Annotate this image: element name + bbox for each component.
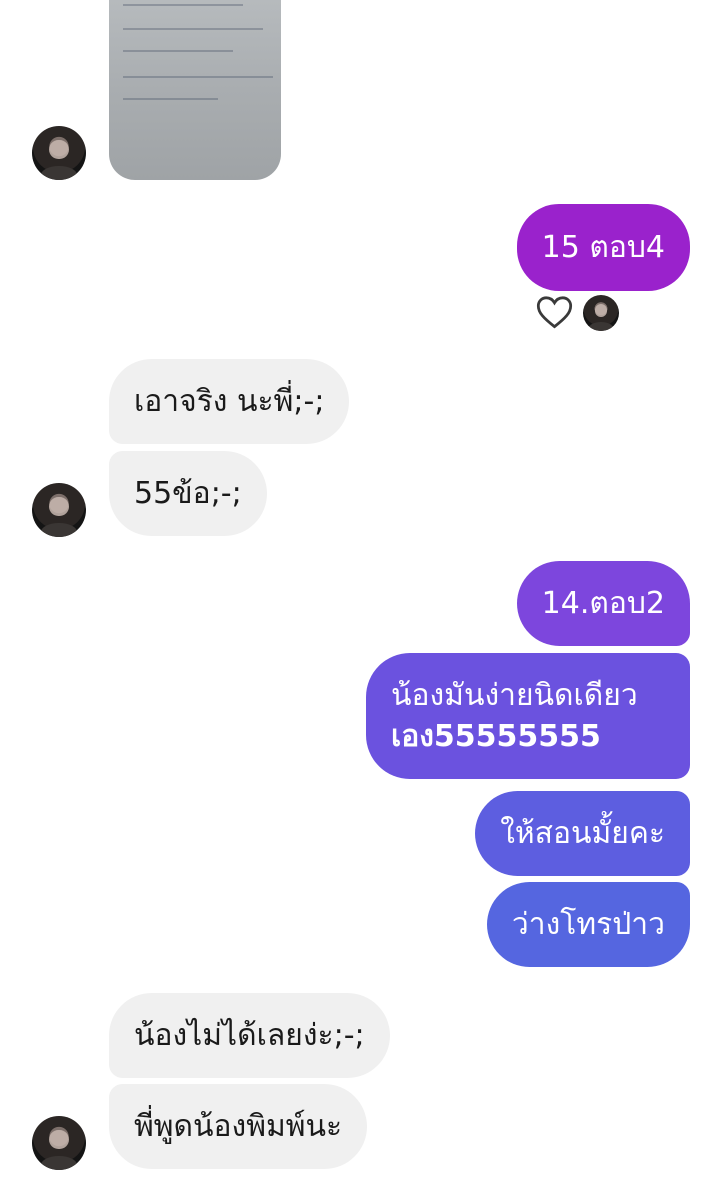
message-text: ให้สอนมั้ยคะ <box>500 816 665 851</box>
message-bubble-sent[interactable]: 14.ตอบ2 <box>516 561 690 646</box>
message-bubble-received[interactable]: เอาจริง นะพี่;-; <box>109 359 350 444</box>
message-bubble-received[interactable]: น้องไม่ได้เลยง่ะ;-; <box>109 993 390 1078</box>
message-bubble-sent[interactable]: น้องมันง่ายนิดเดียว เอง55555555 <box>366 653 690 779</box>
message-bubble-received[interactable]: 55ข้อ;-; <box>109 451 267 536</box>
message-text-line: น้องมันง่ายนิดเดียว <box>391 678 638 713</box>
contact-avatar[interactable] <box>32 483 86 537</box>
heart-outline-icon[interactable] <box>536 295 573 329</box>
contact-avatar[interactable] <box>32 126 86 180</box>
shared-photo[interactable] <box>109 0 281 180</box>
message-bubble-sent[interactable]: 15 ตอบ4 <box>516 204 690 291</box>
message-text: 15 ตอบ4 <box>541 230 665 265</box>
contact-avatar[interactable] <box>32 1116 86 1170</box>
message-bubble-sent[interactable]: ให้สอนมั้ยคะ <box>475 791 690 876</box>
message-bubble-sent[interactable]: ว่างโทรป่าว <box>486 882 690 967</box>
message-text: น้องไม่ได้เลยง่ะ;-; <box>134 1018 365 1053</box>
message-text: ว่างโทรป่าว <box>511 907 665 942</box>
message-text: พี่พูดน้องพิมพ์นะ <box>134 1109 343 1144</box>
message-text: 14.ตอบ2 <box>541 586 665 621</box>
message-text: 55ข้อ;-; <box>134 476 242 511</box>
message-bubble-received[interactable]: พี่พูดน้องพิมพ์นะ <box>109 1084 368 1169</box>
reaction-avatar <box>583 295 619 331</box>
message-text: เอาจริง นะพี่;-; <box>134 384 325 419</box>
message-text-line: เอง55555555 <box>391 719 601 754</box>
